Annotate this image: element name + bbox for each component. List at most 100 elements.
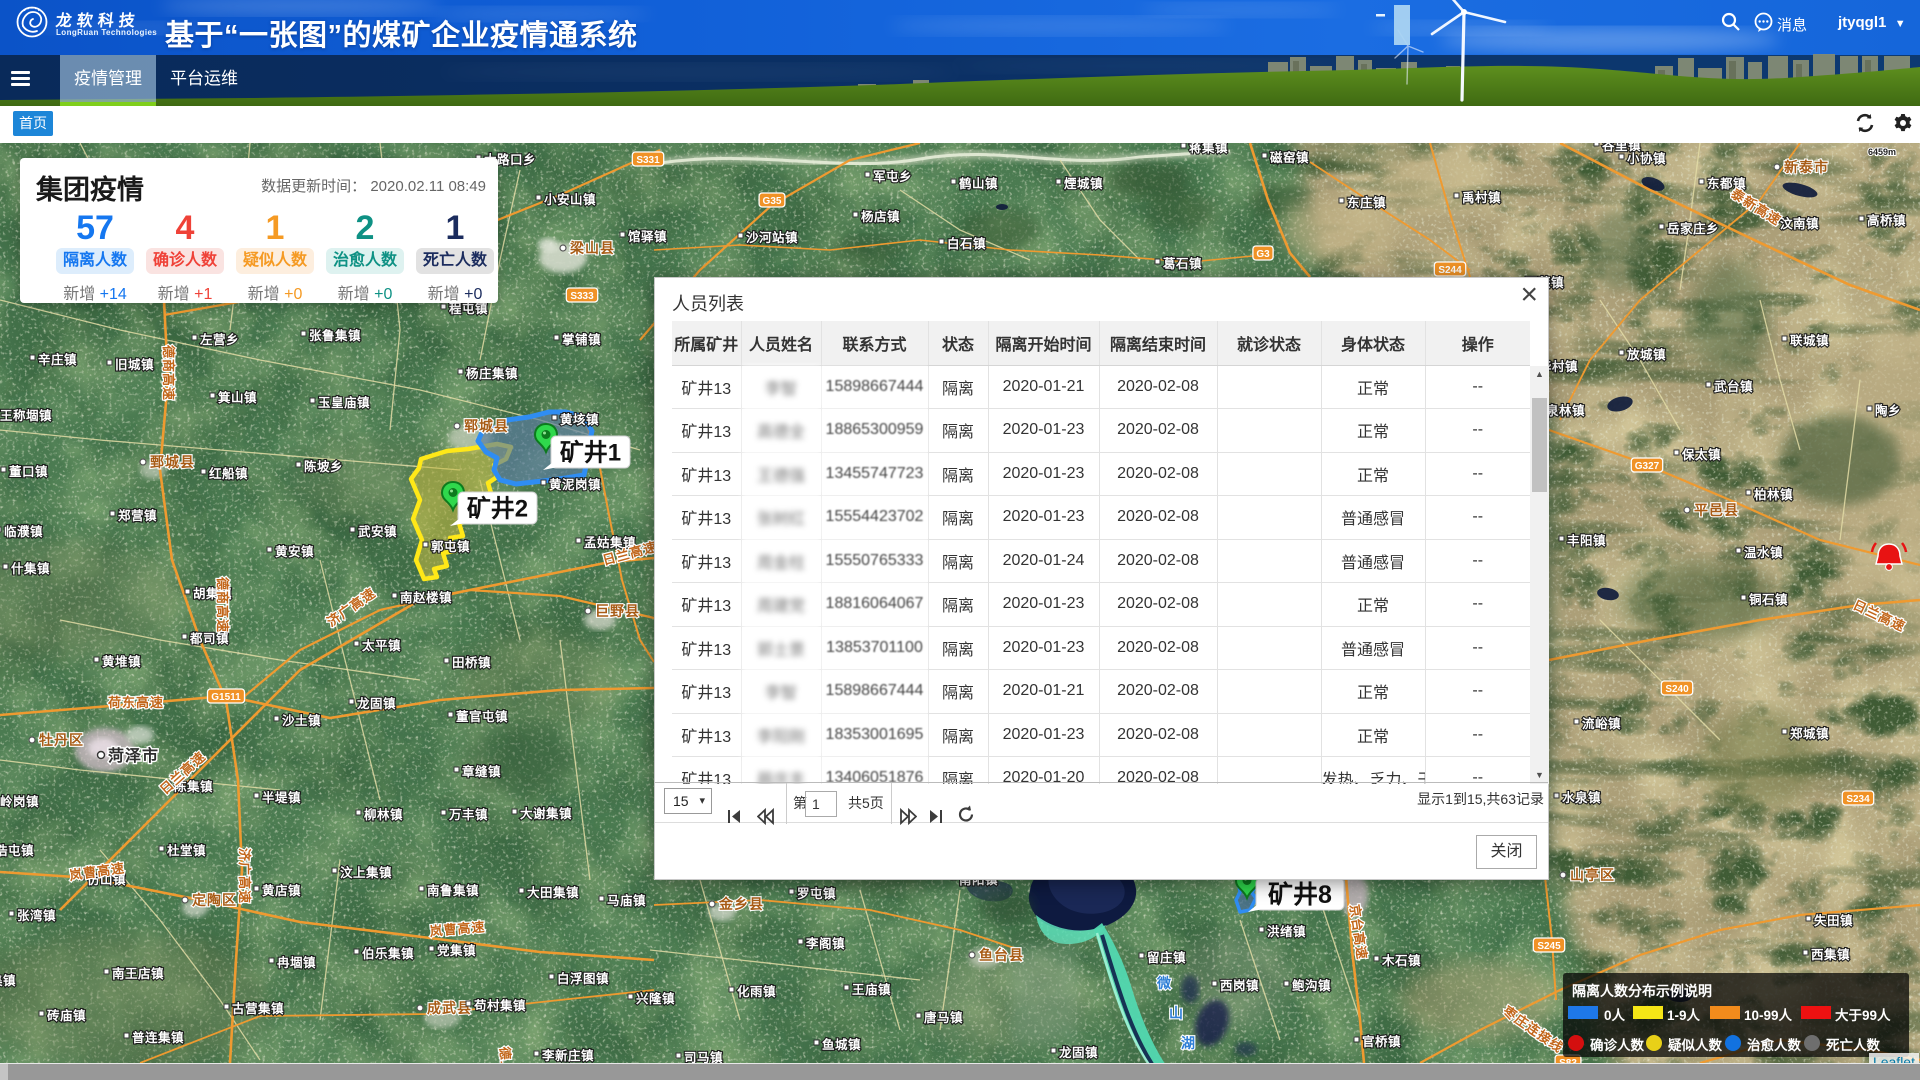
svg-text:汶南镇: 汶南镇 — [1780, 216, 1819, 231]
svg-text:丰阳镇: 丰阳镇 — [1567, 533, 1606, 548]
svg-text:兴隆镇: 兴隆镇 — [636, 991, 675, 1006]
svg-text:德上: 德上 — [497, 1046, 514, 1063]
svg-text:郑营镇: 郑营镇 — [118, 508, 157, 523]
svg-text:武台镇: 武台镇 — [1714, 379, 1753, 394]
svg-text:化雨镇: 化雨镇 — [737, 984, 776, 999]
svg-text:李新庄镇: 李新庄镇 — [541, 1048, 594, 1063]
svg-text:G1511: G1511 — [211, 692, 241, 703]
svg-text:沙土镇: 沙土镇 — [282, 713, 321, 728]
svg-text:木石镇: 木石镇 — [1381, 953, 1421, 968]
svg-text:辛庄镇: 辛庄镇 — [38, 352, 77, 367]
svg-text:王称堌镇: 王称堌镇 — [0, 408, 52, 423]
svg-text:G35: G35 — [763, 196, 782, 207]
svg-text:流峪镇: 流峪镇 — [1582, 716, 1621, 731]
svg-text:山: 山 — [1169, 1005, 1183, 1021]
svg-text:鱼台县: 鱼台县 — [979, 947, 1024, 963]
svg-text:济广高速: 济广高速 — [237, 848, 252, 904]
svg-text:党集镇: 党集镇 — [437, 943, 476, 958]
svg-text:龙固镇: 龙固镇 — [1058, 1045, 1098, 1060]
svg-text:陶乡: 陶乡 — [1875, 403, 1901, 418]
svg-text:S333: S333 — [570, 291, 594, 302]
svg-text:苟村集镇: 苟村集镇 — [473, 998, 526, 1013]
svg-text:保太镇: 保太镇 — [1681, 447, 1721, 462]
svg-text:矿井1: 矿井1 — [560, 439, 621, 467]
svg-text:张湾镇: 张湾镇 — [17, 908, 56, 923]
svg-text:铜石镇: 铜石镇 — [1749, 592, 1788, 607]
svg-text:山亭区: 山亭区 — [1570, 867, 1615, 883]
svg-text:联城镇: 联城镇 — [1790, 333, 1829, 348]
svg-text:南赵楼镇: 南赵楼镇 — [400, 590, 452, 605]
svg-text:白石镇: 白石镇 — [947, 236, 986, 251]
svg-text:馆驿镇: 馆驿镇 — [628, 229, 667, 244]
svg-text:万丰镇: 万丰镇 — [448, 807, 488, 822]
svg-text:荷东高速: 荷东高速 — [107, 695, 164, 710]
svg-text:平邑县: 平邑县 — [1694, 502, 1739, 518]
svg-text:鲍沟镇: 鲍沟镇 — [1292, 978, 1331, 993]
svg-text:郑城镇: 郑城镇 — [1790, 726, 1829, 741]
svg-text:南鲁集镇: 南鲁集镇 — [427, 883, 479, 898]
svg-text:王庙镇: 王庙镇 — [852, 982, 891, 997]
svg-text:司马镇: 司马镇 — [684, 1050, 723, 1063]
svg-text:矿井8: 矿井8 — [1268, 880, 1332, 909]
svg-text:龙固镇: 龙固镇 — [356, 696, 396, 711]
svg-text:柏林镇: 柏林镇 — [1754, 487, 1793, 502]
svg-text:鱼城镇: 鱼城镇 — [822, 1037, 861, 1052]
svg-text:官桥镇: 官桥镇 — [1362, 1034, 1401, 1049]
svg-text:马庙镇: 马庙镇 — [607, 893, 646, 908]
svg-text:S240: S240 — [1665, 684, 1689, 695]
svg-text:杨庄集镇: 杨庄集镇 — [466, 366, 518, 381]
svg-text:掌铺镇: 掌铺镇 — [562, 332, 601, 347]
svg-text:成武县: 成武县 — [427, 1000, 472, 1016]
svg-text:王浩屯镇: 王浩屯镇 — [0, 843, 34, 858]
svg-text:大谢集镇: 大谢集镇 — [520, 806, 572, 821]
svg-text:菏泽市: 菏泽市 — [108, 746, 159, 765]
svg-text:小协镇: 小协镇 — [1626, 151, 1666, 166]
svg-text:牡丹区: 牡丹区 — [39, 732, 84, 748]
svg-text:太平镇: 太平镇 — [362, 638, 401, 653]
svg-text:矿井2: 矿井2 — [467, 495, 528, 523]
svg-text:柳林镇: 柳林镇 — [364, 807, 403, 822]
svg-text:西集镇: 西集镇 — [1811, 947, 1850, 962]
svg-text:章缝镇: 章缝镇 — [462, 764, 501, 779]
svg-text:高桥镇: 高桥镇 — [1867, 213, 1906, 228]
svg-text:鹤山镇: 鹤山镇 — [959, 176, 998, 191]
svg-text:都司镇: 都司镇 — [189, 631, 229, 646]
svg-text:S245: S245 — [1537, 941, 1561, 952]
svg-text:军屯乡: 军屯乡 — [873, 169, 912, 184]
svg-text:S331: S331 — [636, 155, 660, 166]
svg-text:临濮镇: 临濮镇 — [4, 524, 43, 539]
svg-text:巨野县: 巨野县 — [595, 603, 640, 619]
svg-text:德商高速: 德商高速 — [161, 345, 176, 401]
svg-text:S234: S234 — [1846, 794, 1870, 805]
svg-text:普连集镇: 普连集镇 — [132, 1030, 184, 1045]
svg-text:大田集镇: 大田集镇 — [527, 885, 579, 900]
svg-text:蒋集镇: 蒋集镇 — [1189, 143, 1228, 155]
svg-text:杨店镇: 杨店镇 — [861, 209, 900, 224]
svg-text:沙河站镇: 沙河站镇 — [746, 230, 798, 245]
svg-text:古营集镇: 古营集镇 — [232, 1001, 284, 1016]
svg-text:什集镇: 什集镇 — [11, 561, 50, 576]
svg-text:白浮图镇: 白浮图镇 — [557, 971, 609, 986]
svg-text:岳家庄乡: 岳家庄乡 — [1667, 221, 1719, 236]
svg-text:小安山镇: 小安山镇 — [543, 192, 596, 207]
svg-text:武安镇: 武安镇 — [358, 524, 397, 539]
svg-text:S244: S244 — [1438, 265, 1462, 276]
svg-text:汶上集镇: 汶上集镇 — [340, 865, 392, 880]
svg-text:红船镇: 红船镇 — [209, 466, 248, 481]
svg-text:董官屯镇: 董官屯镇 — [456, 709, 508, 724]
svg-text:东庄镇: 东庄镇 — [1347, 195, 1386, 210]
svg-text:水泉镇: 水泉镇 — [1562, 790, 1601, 805]
svg-text:鄄城县: 鄄城县 — [150, 454, 195, 470]
svg-text:泉林镇: 泉林镇 — [1545, 403, 1585, 418]
svg-text:煙城镇: 煙城镇 — [1064, 176, 1103, 191]
svg-text:箕山镇: 箕山镇 — [217, 390, 257, 405]
svg-text:G327: G327 — [1635, 461, 1660, 472]
svg-text:旧城镇: 旧城镇 — [115, 357, 154, 372]
svg-text:温水镇: 温水镇 — [1744, 545, 1783, 560]
svg-text:金乡县: 金乡县 — [718, 896, 764, 912]
svg-text:微: 微 — [1156, 975, 1172, 991]
svg-text:唐马镇: 唐马镇 — [924, 1010, 963, 1025]
svg-text:黄堆镇: 黄堆镇 — [102, 654, 141, 669]
svg-text:郓城县: 郓城县 — [464, 418, 509, 434]
svg-text:黄安镇: 黄安镇 — [275, 544, 314, 559]
